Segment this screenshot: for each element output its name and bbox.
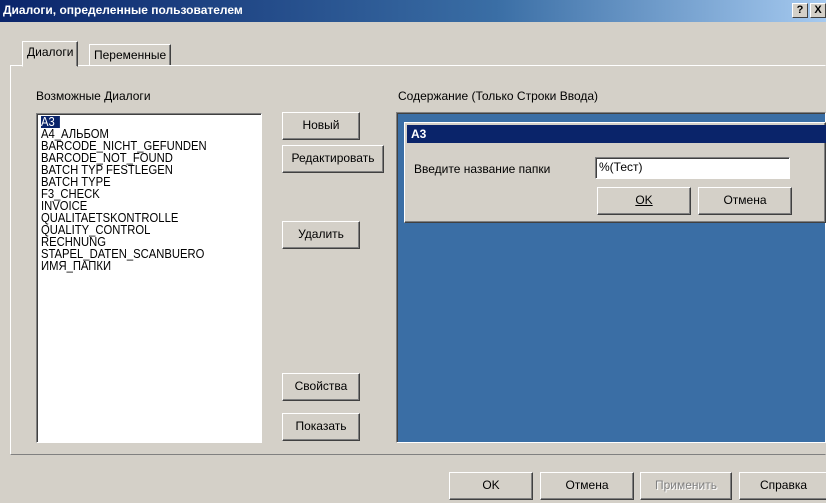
new-button[interactable]: Новый <box>282 112 360 140</box>
preview-ok-label: OK <box>635 193 653 207</box>
preview-dialog-title: A3 <box>407 125 826 143</box>
title-bar[interactable]: Диалоги, определенные пользователем ? X <box>0 0 826 22</box>
cancel-button[interactable]: Отмена <box>540 472 634 500</box>
properties-button[interactable]: Свойства <box>282 373 360 401</box>
help-button[interactable]: ? <box>792 3 808 18</box>
list-item[interactable]: ИМЯ_ПАПКИ <box>41 260 111 273</box>
close-button[interactable]: X <box>810 3 826 18</box>
tab-dialogs[interactable]: Диалоги <box>22 41 79 67</box>
dialogs-label: Возможные Диалоги <box>36 89 151 103</box>
show-button[interactable]: Показать <box>282 413 360 441</box>
delete-button[interactable]: Удалить <box>282 221 360 249</box>
ok-button[interactable]: OK <box>449 472 533 500</box>
window-title: Диалоги, определенные пользователем <box>3 3 243 17</box>
content-label: Содержание (Только Строки Ввода) <box>398 89 599 103</box>
apply-button[interactable]: Применить <box>640 472 732 500</box>
preview-cancel-button[interactable]: Отмена <box>698 187 792 215</box>
preview-field-label: Введите название папки <box>414 162 551 176</box>
preview-input[interactable]: %(Тест) <box>595 157 790 179</box>
preview-ok-button[interactable]: OK <box>597 187 691 215</box>
help-footer-button[interactable]: Справка <box>739 472 826 500</box>
edit-button[interactable]: Редактировать <box>282 145 384 173</box>
tab-variables[interactable]: Переменные <box>89 44 172 66</box>
